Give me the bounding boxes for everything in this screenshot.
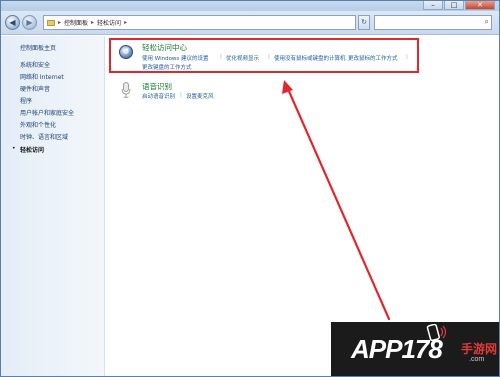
watermark-subtitle: 手游网 [461,342,498,356]
link-keyboard-settings[interactable]: 更改键盘的工作方式 [142,63,192,71]
sidebar-item-system-security[interactable]: 系统和安全 [20,60,50,69]
address-bar[interactable]: ▸ 控制面板 ▸ 轻松访问 ▸ [43,15,356,30]
sidebar-item-network[interactable]: 网络和 Internet [20,72,64,81]
search-icon[interactable]: ⌕ [485,17,489,27]
minimize-button[interactable]: – [423,1,443,10]
current-item-bullet: • [12,145,16,152]
back-button[interactable]: ◀ [5,15,20,30]
category-title-ease-center[interactable]: 轻松访问中心 [142,42,187,53]
link-setup-mic[interactable]: 设置麦克风 [186,92,214,100]
sidebar-item-appearance[interactable]: 外观和个性化 [20,120,56,129]
site-watermark: APP178 手游网 .com [331,322,499,376]
breadcrumb-separator: ▸ [91,19,95,26]
control-panel-icon [47,19,55,26]
close-button[interactable]: ✕ [465,1,495,10]
sidebar-item-programs[interactable]: 程序 [20,96,32,105]
link-no-mouse-keyboard[interactable]: 使用没有鼠标或键盘的计算机 [274,54,346,62]
link-separator: | [406,54,408,60]
watermark-domain: .com [469,356,485,363]
link-separator: | [268,54,270,60]
sidebar-item-hardware[interactable]: 硬件和声音 [20,84,50,93]
navigation-bar: ◀ ▶ ▸ 控制面板 ▸ 轻松访问 ▸ ↻ ⌕ [1,11,499,35]
link-start-speech[interactable]: 启动语音识别 [142,92,175,100]
breadcrumb-separator: ▸ [58,19,62,26]
link-mouse-settings[interactable]: 更改鼠标的工作方式 [348,54,398,62]
window-controls: – □ ✕ [423,1,495,10]
sidebar-item-home[interactable]: 控制面板主页 [20,43,56,52]
control-panel-window: – □ ✕ ◀ ▶ ▸ 控制面板 ▸ 轻松访问 ▸ ↻ ⌕ 控制面板主页 系统和… [0,0,500,377]
breadcrumb-separator[interactable]: ▸ [124,19,127,26]
breadcrumb-ease-of-access[interactable]: 轻松访问 [97,18,121,27]
link-separator: | [180,92,182,98]
title-bar: – □ ✕ [1,1,499,11]
sidebar: 控制面板主页 系统和安全 网络和 Internet 硬件和声音 程序 用户帐户和… [1,36,105,376]
link-windows-recommended[interactable]: 使用 Windows 建议的设置 [142,54,209,62]
link-separator: | [220,54,222,60]
sidebar-item-ease-of-access[interactable]: 轻松访问 [20,145,44,154]
breadcrumb-control-panel[interactable]: 控制面板 [64,18,88,27]
watermark-brand: APP178 [351,334,443,364]
search-input[interactable]: ⌕ [374,15,492,30]
sidebar-item-clock-language[interactable]: 时钟、语言和区域 [20,132,68,141]
microphone-icon[interactable] [121,82,131,98]
category-title-speech[interactable]: 语音识别 [142,81,172,92]
ease-of-access-icon[interactable]: ↺ [119,45,133,59]
sidebar-item-user-accounts[interactable]: 用户帐户和家庭安全 [20,108,74,117]
forward-button[interactable]: ▶ [22,15,37,30]
link-separator: | [342,54,344,60]
refresh-button[interactable]: ↻ [358,15,370,30]
maximize-button[interactable]: □ [444,1,464,10]
link-optimize-display[interactable]: 优化视频显示 [226,54,259,62]
